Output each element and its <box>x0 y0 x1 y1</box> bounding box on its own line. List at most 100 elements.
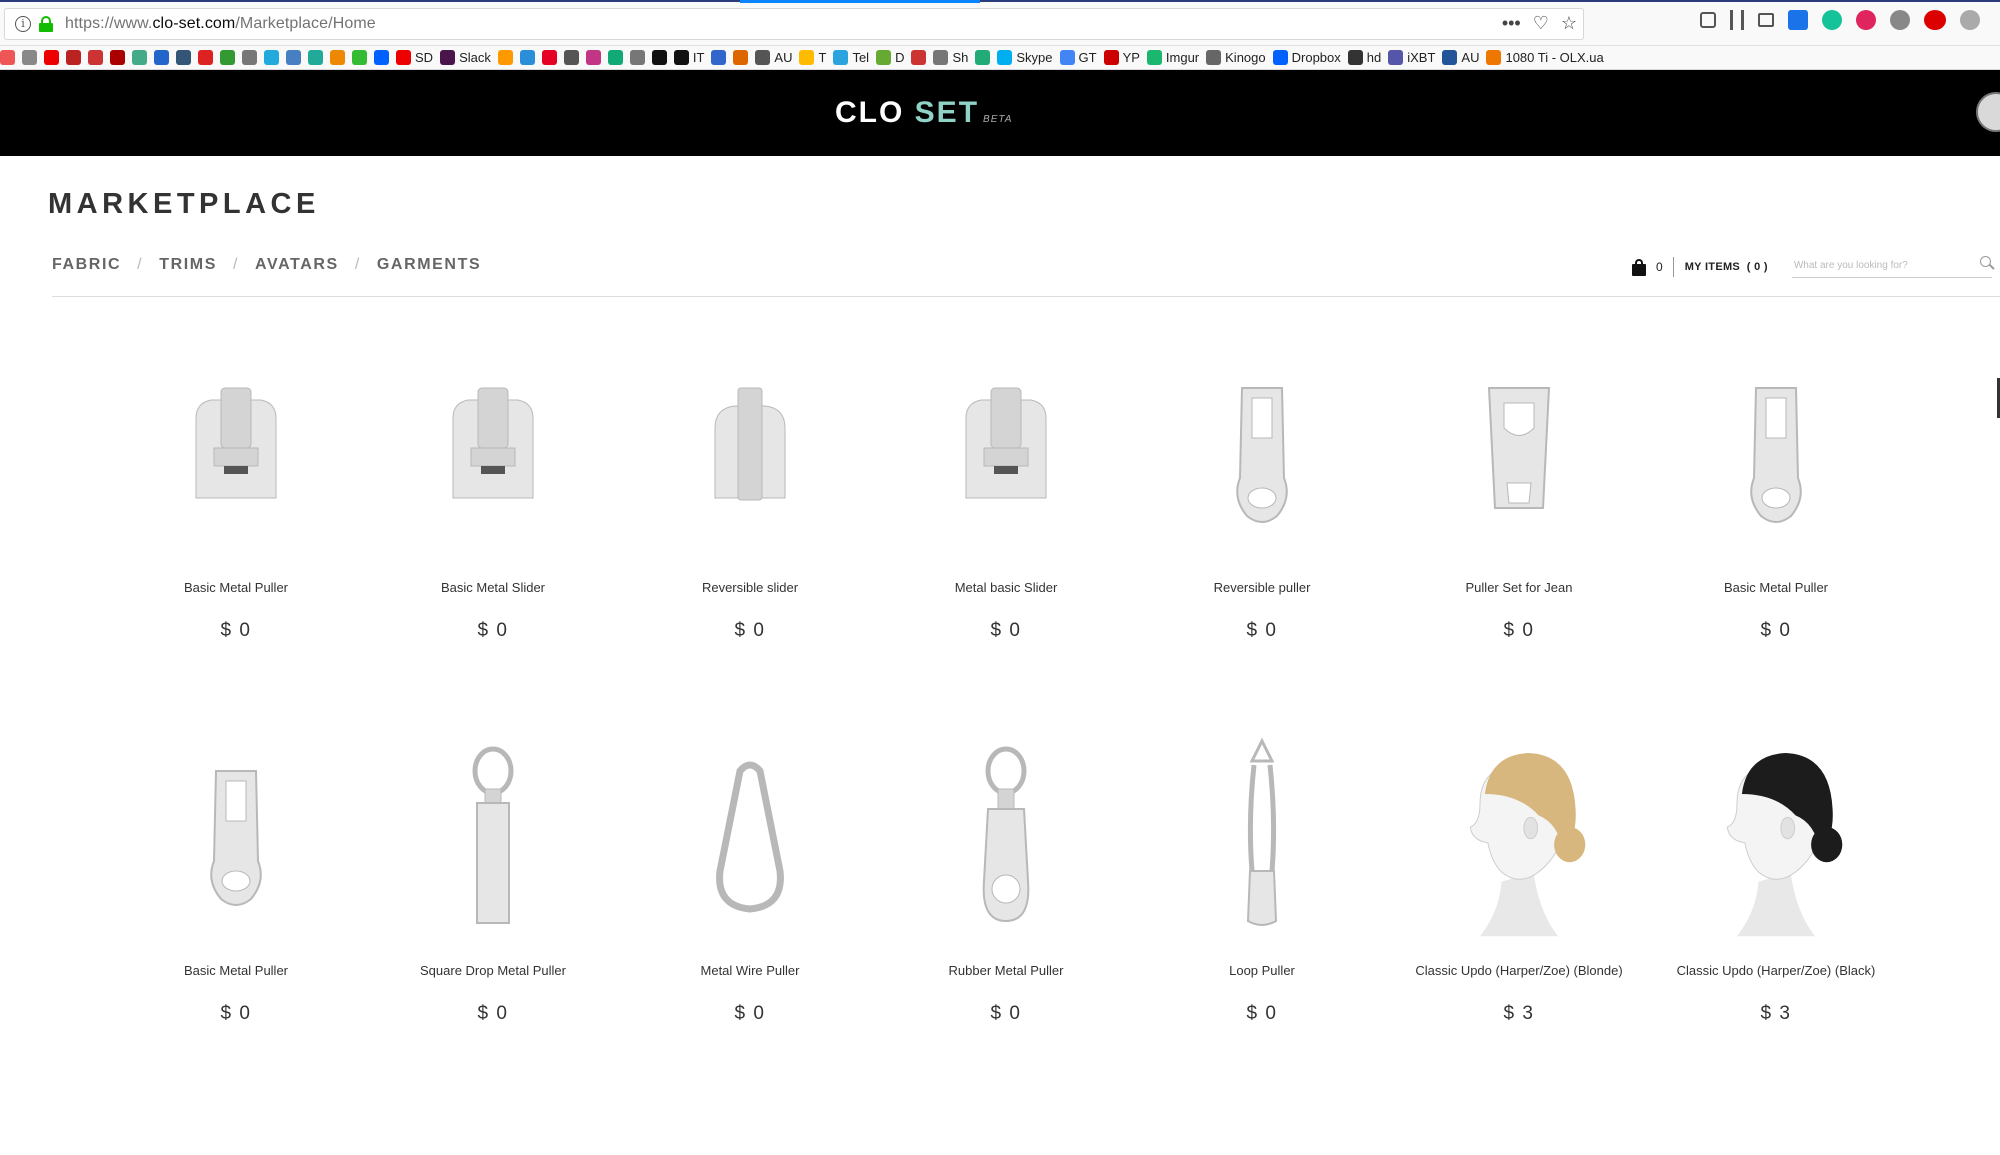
product-card[interactable]: Basic Metal Puller $ 0 <box>108 723 364 1083</box>
address-bar[interactable]: i https://www.clo-set.com/Marketplace/Ho… <box>4 8 1584 40</box>
product-name[interactable]: Reversible slider <box>622 580 878 595</box>
drop-puller-icon[interactable] <box>415 723 571 939</box>
puller-icon[interactable] <box>1184 340 1340 556</box>
product-card[interactable]: Square Drop Metal Puller $ 0 <box>365 723 621 1083</box>
product-name[interactable]: Square Drop Metal Puller <box>365 963 621 978</box>
info-icon[interactable]: i <box>15 16 31 32</box>
downloads-icon[interactable] <box>1700 12 1716 28</box>
product-card[interactable]: Metal basic Slider $ 0 <box>878 340 1134 700</box>
product-name[interactable]: Classic Updo (Harper/Zoe) (Black) <box>1648 963 1904 978</box>
product-card[interactable]: Classic Updo (Harper/Zoe) (Blonde) $ 3 <box>1391 723 1647 1083</box>
product-card[interactable]: Basic Metal Puller $ 0 <box>1648 340 1904 700</box>
bookmark-item[interactable] <box>308 50 323 65</box>
clo-set-logo[interactable]: CLO SET BETA <box>835 96 1012 130</box>
bookmark-item[interactable] <box>198 50 213 65</box>
reversible-slider-icon[interactable] <box>672 340 828 556</box>
bookmark-item[interactable]: Skype <box>997 50 1053 65</box>
bookmark-item[interactable] <box>497 50 513 65</box>
bookmark-item[interactable]: IT <box>673 50 704 65</box>
bookmark-item[interactable] <box>154 50 169 65</box>
product-name[interactable]: Loop Puller <box>1134 963 1390 978</box>
bookmark-item[interactable] <box>374 50 389 65</box>
shopping-bag-icon[interactable] <box>1632 258 1646 276</box>
bookmark-item[interactable] <box>0 50 15 65</box>
loop-puller-icon[interactable] <box>1184 723 1340 939</box>
bookmark-item[interactable] <box>711 50 727 65</box>
bookmark-item[interactable] <box>22 50 37 65</box>
bookmark-item[interactable] <box>607 50 623 65</box>
bookmark-item[interactable]: GT <box>1059 50 1097 65</box>
product-name[interactable]: Basic Metal Slider <box>365 580 621 595</box>
user-avatar[interactable] <box>1976 92 2000 132</box>
bookmark-item[interactable] <box>911 50 927 65</box>
bookmark-item[interactable] <box>629 50 645 65</box>
my-items-link[interactable]: MY ITEMS ( 0 ) <box>1685 261 1768 273</box>
bookmark-item[interactable]: Slack <box>440 50 491 65</box>
puller-icon[interactable] <box>1698 340 1854 556</box>
product-card[interactable]: Reversible puller $ 0 <box>1134 340 1390 700</box>
pocket-icon[interactable]: ♡ <box>1533 13 1549 34</box>
bookmark-item[interactable] <box>975 50 991 65</box>
bookmark-item[interactable] <box>220 50 235 65</box>
jean-puller-icon[interactable] <box>1441 340 1597 556</box>
bookmark-item[interactable] <box>110 50 125 65</box>
bookmark-item[interactable] <box>352 50 367 65</box>
product-card[interactable]: Metal Wire Puller $ 0 <box>622 723 878 1083</box>
slider-icon[interactable] <box>415 340 571 556</box>
bookmark-item[interactable]: Kinogo <box>1206 50 1266 65</box>
bookmark-item[interactable]: AU <box>755 50 792 65</box>
product-card[interactable]: Rubber Metal Puller $ 0 <box>878 723 1134 1083</box>
bookmark-item[interactable]: Imgur <box>1146 50 1199 65</box>
bookmark-item[interactable] <box>242 50 257 65</box>
extension-icon[interactable] <box>1890 10 1910 30</box>
bookmark-item[interactable]: hd <box>1347 50 1381 65</box>
bookmark-item[interactable] <box>286 50 301 65</box>
grammarly-extension-icon[interactable] <box>1822 10 1842 30</box>
bookmark-item[interactable] <box>132 50 147 65</box>
bookmark-item[interactable] <box>733 50 749 65</box>
tab-avatars[interactable]: AVATARS <box>255 256 339 274</box>
bookmark-item[interactable] <box>563 50 579 65</box>
product-name[interactable]: Basic Metal Puller <box>1648 580 1904 595</box>
puller-icon[interactable] <box>158 723 314 939</box>
lock-icon[interactable] <box>39 16 53 32</box>
bookmark-item[interactable] <box>66 50 81 65</box>
bookmark-item[interactable] <box>88 50 103 65</box>
product-name[interactable]: Rubber Metal Puller <box>878 963 1134 978</box>
product-card[interactable]: Basic Metal Slider $ 0 <box>365 340 621 700</box>
bookmark-item[interactable] <box>176 50 191 65</box>
slider-icon[interactable] <box>928 340 1084 556</box>
bookmark-item[interactable] <box>541 50 557 65</box>
tab-trims[interactable]: TRIMS <box>159 256 217 274</box>
tab-fabric[interactable]: FABRIC <box>52 256 121 274</box>
bookmark-item[interactable]: T <box>799 50 826 65</box>
search-input[interactable] <box>1791 256 1972 271</box>
bookmark-item[interactable] <box>651 50 667 65</box>
product-card[interactable]: Basic Metal Puller $ 0 <box>108 340 364 700</box>
product-name[interactable]: Classic Updo (Harper/Zoe) (Blonde) <box>1391 963 1647 978</box>
url-text[interactable]: https://www.clo-set.com/Marketplace/Home <box>65 15 376 33</box>
rubber-puller-icon[interactable] <box>928 723 1084 939</box>
slider-icon[interactable] <box>158 340 314 556</box>
bookmark-item[interactable]: Sh <box>933 50 968 65</box>
drive-extension-icon[interactable] <box>1788 10 1808 30</box>
bookmark-item[interactable]: Dropbox <box>1272 50 1341 65</box>
product-name[interactable]: Metal Wire Puller <box>622 963 878 978</box>
bookmark-item[interactable] <box>519 50 535 65</box>
bookmark-item[interactable]: AU <box>1442 50 1479 65</box>
bookmark-item[interactable]: iXBT <box>1388 50 1435 65</box>
product-name[interactable]: Basic Metal Puller <box>108 580 364 595</box>
bookmark-item[interactable] <box>44 50 59 65</box>
bookmark-item[interactable] <box>330 50 345 65</box>
product-name[interactable]: Metal basic Slider <box>878 580 1134 595</box>
product-name[interactable]: Puller Set for Jean <box>1391 580 1647 595</box>
product-card[interactable]: Puller Set for Jean $ 0 <box>1391 340 1647 700</box>
product-card[interactable]: Reversible slider $ 0 <box>622 340 878 700</box>
bookmark-item[interactable] <box>264 50 279 65</box>
bookmark-item[interactable]: Tel <box>833 50 869 65</box>
bookmark-item[interactable] <box>585 50 601 65</box>
adblock-extension-icon[interactable] <box>1924 10 1946 30</box>
bookmark-item[interactable]: YP <box>1103 50 1140 65</box>
sidebar-icon[interactable] <box>1758 13 1774 27</box>
bookmark-item[interactable]: D <box>876 50 904 65</box>
